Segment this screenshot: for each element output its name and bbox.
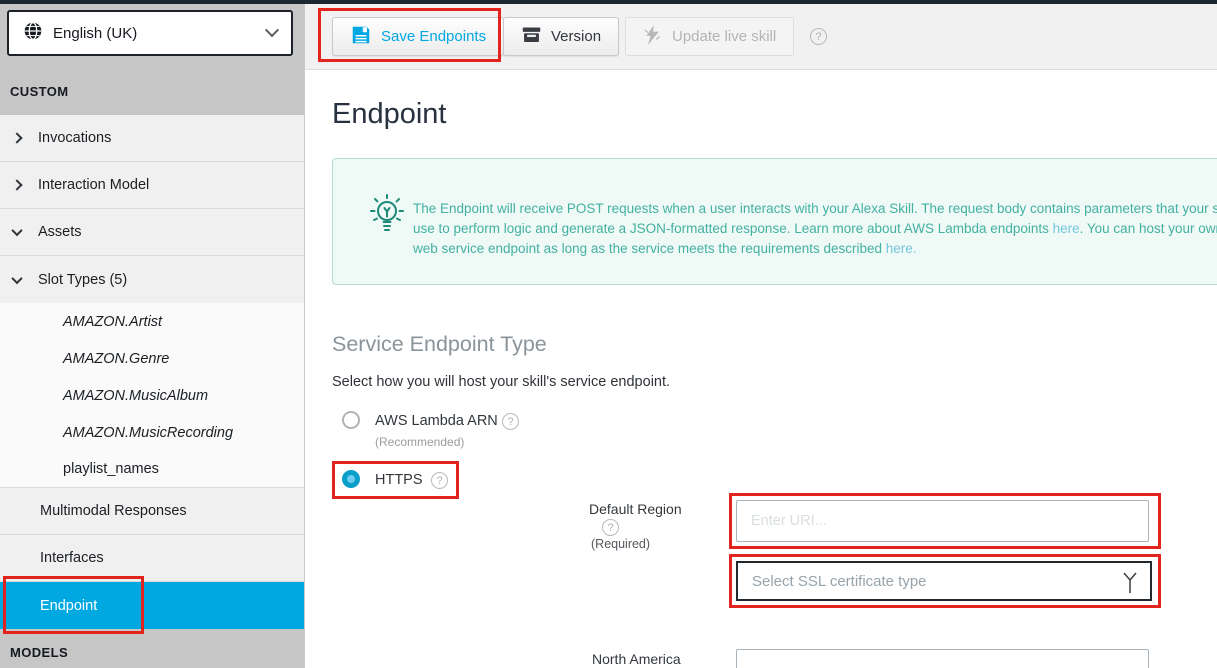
sidebar-item-assets[interactable]: Assets	[0, 209, 304, 256]
toolbar-help-icon[interactable]: ?	[810, 28, 827, 45]
slot-type-label: playlist_names	[63, 461, 159, 477]
sidebar-item-label: Endpoint	[40, 598, 97, 614]
language-selector[interactable]: English (UK)	[7, 10, 293, 56]
aws-lambda-arn-radio[interactable]	[342, 411, 360, 429]
sidebar-item-label: Interfaces	[40, 550, 104, 566]
recommended-note: (Recommended)	[375, 435, 464, 449]
https-radio[interactable]	[342, 470, 360, 488]
chevron-right-icon	[11, 179, 22, 190]
globe-icon	[23, 21, 43, 46]
select-caret-icon	[1122, 571, 1138, 599]
sidebar-item-label: Assets	[38, 224, 82, 240]
endpoint-page: Endpoint The Endpoint will receive POST …	[305, 70, 1217, 668]
default-region-uri-input[interactable]	[736, 500, 1149, 542]
info-banner: The Endpoint will receive POST requests …	[332, 158, 1217, 285]
alexa-developer-console: English (UK) CUSTOM Invocations Interact…	[0, 0, 1217, 668]
ssl-certificate-select[interactable]: Select SSL certificate type	[736, 561, 1152, 601]
chevron-down-icon	[11, 272, 22, 283]
save-endpoints-label: Save Endpoints	[381, 28, 486, 45]
aws-lambda-arn-label: AWS Lambda ARN	[375, 413, 498, 429]
slot-type-label: AMAZON.MusicRecording	[63, 425, 233, 441]
sidebar: English (UK) CUSTOM Invocations Interact…	[0, 4, 305, 668]
default-region-help-icon[interactable]: ?	[602, 519, 619, 536]
sidebar-item-interfaces[interactable]: Interfaces	[0, 535, 304, 582]
models-section-header: MODELS	[10, 645, 68, 660]
language-selector-label: English (UK)	[53, 25, 267, 42]
version-label: Version	[551, 28, 601, 45]
chevron-down-icon	[265, 23, 279, 37]
service-endpoint-type-heading: Service Endpoint Type	[332, 332, 547, 357]
slot-type-label: AMAZON.MusicAlbum	[63, 388, 208, 404]
toolbar: Save Endpoints Version Update live skill…	[305, 4, 1217, 70]
https-label: HTTPS	[375, 472, 423, 488]
lightning-bolt-icon	[643, 24, 663, 50]
sidebar-item-label: Slot Types (5)	[38, 272, 127, 288]
lightbulb-icon	[369, 193, 405, 246]
sidebar-item-slot-amazon-artist[interactable]: AMAZON.Artist	[0, 303, 304, 340]
models-section: MODELS	[0, 629, 304, 668]
sidebar-item-interaction-model[interactable]: Interaction Model	[0, 162, 304, 209]
slot-type-label: AMAZON.Artist	[63, 314, 162, 330]
sidebar-item-multimodal-responses[interactable]: Multimodal Responses	[0, 488, 304, 535]
north-america-uri-input[interactable]	[736, 649, 1149, 668]
sidebar-item-label: Multimodal Responses	[40, 503, 187, 519]
info-banner-text: The Endpoint will receive POST requests …	[413, 199, 1217, 259]
sidebar-item-slot-amazon-musicalbum[interactable]: AMAZON.MusicAlbum	[0, 377, 304, 414]
sidebar-item-slot-types[interactable]: Slot Types (5)	[0, 256, 304, 303]
version-box-icon	[521, 24, 542, 49]
chevron-down-icon	[11, 225, 22, 236]
sidebar-item-slot-amazon-musicrecording[interactable]: AMAZON.MusicRecording	[0, 414, 304, 451]
sidebar-item-label: Invocations	[38, 130, 111, 146]
sidebar-item-label: Interaction Model	[38, 177, 149, 193]
sidebar-item-endpoint[interactable]: Endpoint	[0, 582, 304, 629]
sidebar-item-slot-playlist-names[interactable]: playlist_names	[0, 451, 304, 488]
required-note: (Required)	[591, 537, 650, 551]
custom-section-header: CUSTOM	[10, 84, 69, 99]
service-endpoint-type-subtitle: Select how you will host your skill's se…	[332, 374, 670, 390]
version-button[interactable]: Version	[503, 17, 619, 56]
sidebar-item-invocations[interactable]: Invocations	[0, 115, 304, 162]
lambda-endpoints-here-link[interactable]: here	[1053, 221, 1080, 236]
slot-type-label: AMAZON.Genre	[63, 351, 169, 367]
https-requirements-here-link[interactable]: here.	[886, 241, 917, 256]
sidebar-item-slot-amazon-genre[interactable]: AMAZON.Genre	[0, 340, 304, 377]
update-live-skill-label: Update live skill	[672, 28, 776, 45]
page-title: Endpoint	[332, 98, 447, 131]
https-help-icon[interactable]: ?	[431, 472, 448, 489]
chevron-right-icon	[11, 132, 22, 143]
default-region-label: Default Region	[589, 501, 682, 517]
lambda-help-icon[interactable]: ?	[502, 413, 519, 430]
save-endpoints-button[interactable]: Save Endpoints	[332, 17, 504, 56]
save-floppy-icon	[350, 24, 372, 50]
north-america-label: North America	[592, 651, 681, 667]
update-live-skill-button[interactable]: Update live skill	[625, 17, 794, 56]
ssl-select-placeholder: Select SSL certificate type	[752, 573, 927, 590]
